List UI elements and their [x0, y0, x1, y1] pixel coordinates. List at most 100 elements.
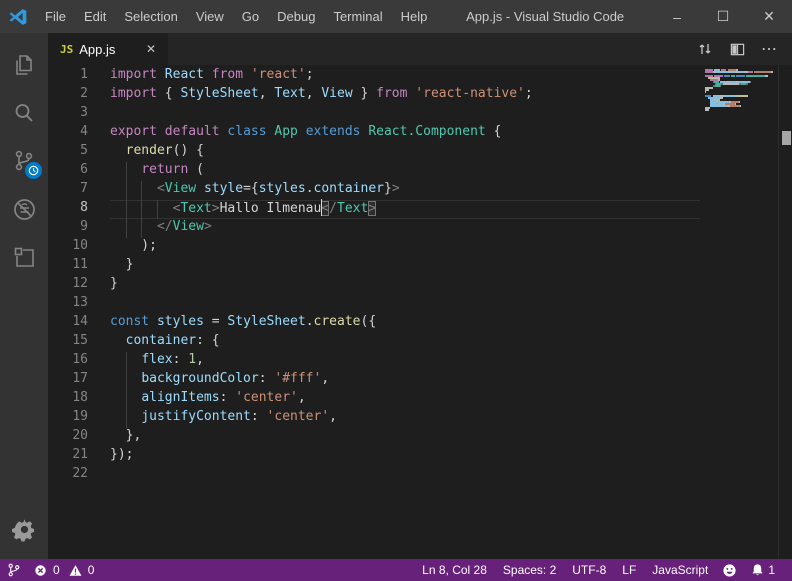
- code-token: 'react': [251, 67, 306, 82]
- code-token: import: [110, 67, 157, 82]
- vscode-window: FileEditSelectionViewGoDebugTerminalHelp…: [0, 0, 792, 581]
- code-token: :: [251, 409, 267, 424]
- tab-label: App.js: [79, 42, 142, 57]
- line-number: 22: [48, 466, 88, 485]
- menu-debug[interactable]: Debug: [268, 0, 324, 33]
- code-token: >: [368, 201, 376, 216]
- code-token: 'center': [235, 390, 298, 405]
- code-token: ,: [196, 352, 204, 367]
- code-token: }: [110, 257, 133, 272]
- menu-bar: FileEditSelectionViewGoDebugTerminalHelp: [36, 0, 436, 33]
- menu-file[interactable]: File: [36, 0, 75, 33]
- code-token: from: [212, 67, 243, 82]
- menu-go[interactable]: Go: [233, 0, 268, 33]
- feedback-button[interactable]: [715, 559, 744, 581]
- status-left-items: 0 0: [0, 559, 101, 581]
- line-number: 12: [48, 276, 88, 295]
- vscode-logo-icon: [0, 7, 36, 27]
- menu-edit[interactable]: Edit: [75, 0, 115, 33]
- code-token: container: [126, 333, 196, 348]
- code-token: [110, 219, 157, 234]
- code-line: return (: [110, 162, 700, 181]
- line-number: 19: [48, 409, 88, 428]
- code-token: ;: [525, 86, 533, 101]
- activity-item-explorer[interactable]: [0, 41, 48, 89]
- javascript-file-icon: JS: [60, 43, 73, 56]
- manage-gear-button[interactable]: [0, 505, 48, 553]
- code-token: >: [392, 181, 400, 196]
- close-tab-icon[interactable]: ✕: [142, 40, 160, 58]
- maximize-button[interactable]: ☐: [700, 0, 746, 33]
- indent-guide: [126, 371, 127, 390]
- code-line: container: {: [110, 333, 700, 352]
- activity-item-extensions[interactable]: [0, 233, 48, 281]
- status-bar: 0 0 Ln 8, Col 28Spaces: 2UTF-8LFJavaScri…: [0, 559, 792, 581]
- menu-selection[interactable]: Selection: [115, 0, 186, 33]
- code-token: 'react-native': [415, 86, 525, 101]
- language-mode[interactable]: JavaScript: [645, 559, 715, 581]
- close-button[interactable]: ✕: [746, 0, 792, 33]
- warning-count: 0: [88, 563, 95, 577]
- menu-view[interactable]: View: [187, 0, 233, 33]
- indent-guide: [126, 390, 127, 409]
- editor-group: JS App.js ✕: [48, 33, 792, 559]
- eol-sequence[interactable]: LF: [615, 559, 643, 581]
- minimap[interactable]: [700, 65, 778, 559]
- code-token: =: [204, 314, 227, 329]
- overview-ruler[interactable]: [778, 65, 792, 559]
- code-token: }: [353, 86, 376, 101]
- activity-item-search[interactable]: [0, 89, 48, 137]
- indent-guide: [141, 219, 142, 238]
- code-token: container: [314, 181, 384, 196]
- line-number: 4: [48, 124, 88, 143]
- code-token: [110, 181, 157, 196]
- code-token: ;: [306, 67, 314, 82]
- notifications-button[interactable]: 1: [744, 559, 782, 581]
- line-number: 5: [48, 143, 88, 162]
- menu-help[interactable]: Help: [392, 0, 437, 33]
- code-token: : {: [196, 333, 219, 348]
- code-token: >: [212, 201, 220, 216]
- code-token: <: [157, 181, 165, 196]
- cursor-position[interactable]: Ln 8, Col 28: [415, 559, 494, 581]
- indent-guide: [126, 219, 127, 238]
- code-token: 'center': [267, 409, 330, 424]
- code-token: >: [204, 219, 212, 234]
- open-changes-button[interactable]: [692, 36, 718, 62]
- window-controls: – ☐ ✕: [654, 0, 792, 33]
- editor-actions: ⋯: [692, 33, 792, 65]
- overview-ruler-cursor-marker: [782, 131, 791, 145]
- code-line: justifyContent: 'center',: [110, 409, 700, 428]
- line-number: 9: [48, 219, 88, 238]
- more-actions-button[interactable]: ⋯: [756, 36, 782, 62]
- split-editor-button[interactable]: [724, 36, 750, 62]
- code-token: },: [110, 428, 141, 443]
- code-token: ,: [259, 86, 275, 101]
- search-icon: [11, 100, 37, 126]
- tab-appjs[interactable]: JS App.js ✕: [48, 33, 168, 65]
- code-line: render() {: [110, 143, 700, 162]
- code-line: }: [110, 257, 700, 276]
- problems-button[interactable]: 0 0: [27, 559, 101, 581]
- code-token: Text: [274, 86, 305, 101]
- activity-item-debug[interactable]: [0, 185, 48, 233]
- activity-item-source-control[interactable]: [0, 137, 48, 185]
- code-area[interactable]: import React from 'react';import { Style…: [100, 65, 700, 559]
- git-branch-status-button[interactable]: [0, 559, 27, 581]
- minimize-button[interactable]: –: [654, 0, 700, 33]
- minimap-line: [705, 71, 776, 73]
- tab-bar: JS App.js ✕: [48, 33, 792, 65]
- gear-icon: [12, 517, 37, 542]
- line-number: 21: [48, 447, 88, 466]
- menu-terminal[interactable]: Terminal: [324, 0, 391, 33]
- code-token: View: [173, 219, 204, 234]
- code-token: [298, 124, 306, 139]
- line-number-gutter: 12345678910111213141516171819202122: [48, 65, 100, 559]
- line-number: 14: [48, 314, 88, 333]
- line-number: 10: [48, 238, 88, 257]
- code-token: flex: [141, 352, 172, 367]
- line-number: 1: [48, 67, 88, 86]
- code-token: App: [274, 124, 297, 139]
- encoding[interactable]: UTF-8: [565, 559, 613, 581]
- indentation[interactable]: Spaces: 2: [496, 559, 563, 581]
